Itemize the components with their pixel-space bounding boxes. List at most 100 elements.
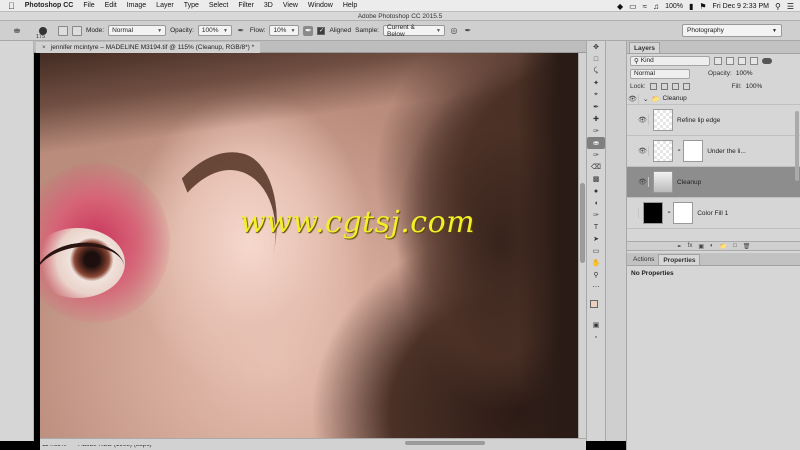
sample-select[interactable]: Current & Below ▼ (383, 24, 445, 38)
shape-filter-icon[interactable] (750, 56, 758, 65)
workspace-switcher[interactable]: Photography ▼ (682, 24, 782, 37)
quick-select-tool-icon[interactable]: ✦ (587, 77, 605, 89)
fill-value[interactable]: 100% (746, 83, 763, 90)
close-icon[interactable]: × (42, 44, 46, 51)
pressure-opacity-icon[interactable]: ✒ (236, 26, 246, 36)
opacity-field[interactable]: 100% ▼ (197, 25, 232, 36)
tool-preset-picker[interactable]: ⛂ (6, 23, 28, 39)
wifi-icon[interactable]: ≈ (643, 2, 647, 11)
pixel-filter-icon[interactable] (714, 56, 722, 65)
menu-help[interactable]: Help (343, 2, 357, 9)
path-select-tool-icon[interactable]: ➤ (587, 233, 605, 245)
chevron-down-icon[interactable]: ⌄ (643, 95, 648, 103)
vertical-scrollbar[interactable] (578, 53, 586, 438)
layer-mask-thumbnail[interactable] (683, 140, 704, 162)
type-filter-icon[interactable] (738, 56, 746, 65)
document-tab[interactable]: × jennifer mcintyre – MADELINE M3194.tif… (36, 42, 261, 53)
pressure-size-icon[interactable]: ✒ (463, 26, 473, 36)
adjustment-layer-icon[interactable]: ◐ (710, 243, 714, 249)
layer-opacity-value[interactable]: 100% (736, 70, 753, 77)
screen-mode-icon[interactable]: ▫ (587, 331, 605, 343)
gradient-tool-icon[interactable]: ▩ (587, 173, 605, 185)
lock-pixels-icon[interactable] (660, 83, 668, 90)
airplay-icon[interactable]: ▭ (629, 2, 637, 11)
trash-icon[interactable]: 🗑 (743, 243, 751, 250)
layer-cleanup[interactable]: 👁 Cleanup (627, 167, 800, 198)
color-swatches[interactable] (587, 293, 605, 319)
visibility-eye-icon[interactable]: 👁 (627, 93, 639, 104)
blend-mode-select[interactable]: Normal (630, 68, 690, 79)
brush-preset-picker[interactable]: 175 (32, 23, 54, 40)
volume-icon[interactable]: ♫ (653, 2, 659, 11)
menu-type[interactable]: Type (184, 2, 199, 9)
apple-icon[interactable]:  (8, 1, 15, 11)
link-layers-icon[interactable]: ⚭ (677, 243, 682, 250)
menu-window[interactable]: Window (308, 2, 333, 9)
crop-tool-icon[interactable]: ⌖ (587, 89, 605, 101)
add-mask-icon[interactable]: ▣ (698, 243, 704, 250)
lock-transparency-icon[interactable] (649, 83, 657, 90)
clone-stamp-tool-icon[interactable]: ⛂ (587, 137, 605, 149)
link-icon[interactable]: ⚭ (667, 210, 671, 216)
layer-under-the-lip[interactable]: 👁 ⚭ Under the li... (627, 136, 800, 167)
menu-3d[interactable]: 3D (264, 2, 273, 9)
fx-icon[interactable]: fx (688, 243, 693, 249)
layer-color-fill-1[interactable]: ⚭ Color Fill 1 (627, 198, 800, 229)
visibility-eye-icon[interactable]: 👁 (637, 177, 649, 187)
adjustment-filter-icon[interactable] (726, 56, 734, 65)
menu-edit[interactable]: Edit (105, 2, 117, 9)
eraser-tool-icon[interactable]: ⌫ (587, 161, 605, 173)
lock-position-icon[interactable] (671, 83, 679, 90)
brush-tool-icon[interactable]: ✑ (587, 125, 605, 137)
lasso-tool-icon[interactable]: ⤹ (587, 65, 605, 77)
blur-tool-icon[interactable]: ● (587, 185, 605, 197)
visibility-eye-icon[interactable]: 👁 (637, 146, 649, 156)
move-tool-icon[interactable]: ✥ (587, 41, 605, 53)
zoom-tool-icon[interactable]: ⚲ (587, 269, 605, 281)
lock-all-icon[interactable] (682, 83, 690, 90)
menu-layer[interactable]: Layer (156, 2, 174, 9)
dropbox-icon[interactable]: ◆ (617, 2, 623, 11)
visibility-eye-icon[interactable]: 👁 (637, 115, 649, 125)
pen-tool-icon[interactable]: ✑ (587, 209, 605, 221)
brush-panel-toggle-icon[interactable] (58, 25, 68, 36)
link-icon[interactable]: ⚭ (677, 148, 681, 154)
more-tools-icon[interactable]: ⋯ (587, 281, 605, 293)
history-brush-tool-icon[interactable]: ✑ (587, 149, 605, 161)
clone-source-panel-icon[interactable] (72, 25, 82, 36)
notification-icon[interactable]: ☰ (787, 2, 794, 11)
battery-icon[interactable]: ▮ (689, 2, 693, 11)
tab-actions[interactable]: Actions (629, 254, 658, 265)
quick-mask-icon[interactable]: ▣ (587, 319, 605, 331)
app-menu[interactable]: Photoshop CC (25, 2, 74, 9)
type-tool-icon[interactable]: T (587, 221, 605, 233)
airbrush-icon[interactable]: ✒ (303, 25, 314, 36)
clock[interactable]: Fri Dec 9 2:33 PM (713, 3, 769, 10)
eyedropper-tool-icon[interactable]: ✒ (587, 101, 605, 113)
spotlight-icon[interactable]: ⚲ (775, 2, 781, 11)
filter-toggle[interactable] (762, 57, 772, 64)
flag-icon[interactable]: ⚑ (699, 2, 706, 11)
dodge-tool-icon[interactable]: ◖ (587, 197, 605, 209)
new-layer-icon[interactable]: □ (733, 243, 737, 249)
layer-group-cleanup[interactable]: 👁 ⌄ 📁 Cleanup (627, 93, 800, 105)
horizontal-scroll-thumb[interactable] (405, 441, 485, 445)
new-group-icon[interactable]: 📁 (720, 243, 727, 250)
ignore-adjustment-layers-icon[interactable]: ◎ (449, 26, 459, 36)
layers-scrollbar[interactable] (795, 111, 799, 181)
flow-field[interactable]: 10% ▼ (269, 25, 300, 36)
foreground-color-swatch[interactable] (590, 300, 598, 308)
shape-tool-icon[interactable]: ▭ (587, 245, 605, 257)
tab-layers[interactable]: Layers (629, 42, 660, 53)
aligned-checkbox[interactable]: ✓ (317, 26, 326, 35)
menu-image[interactable]: Image (127, 2, 146, 9)
layer-filter-select[interactable]: ⚲ Kind (630, 55, 710, 66)
vertical-scroll-thumb[interactable] (580, 183, 585, 263)
layer-mask-thumbnail[interactable] (673, 202, 694, 224)
visibility-eye-icon[interactable] (627, 208, 639, 218)
menu-filter[interactable]: Filter (238, 2, 254, 9)
horizontal-scrollbar[interactable] (40, 441, 578, 445)
hand-tool-icon[interactable]: ✋ (587, 257, 605, 269)
menu-select[interactable]: Select (209, 2, 228, 9)
healing-brush-tool-icon[interactable]: ✚ (587, 113, 605, 125)
